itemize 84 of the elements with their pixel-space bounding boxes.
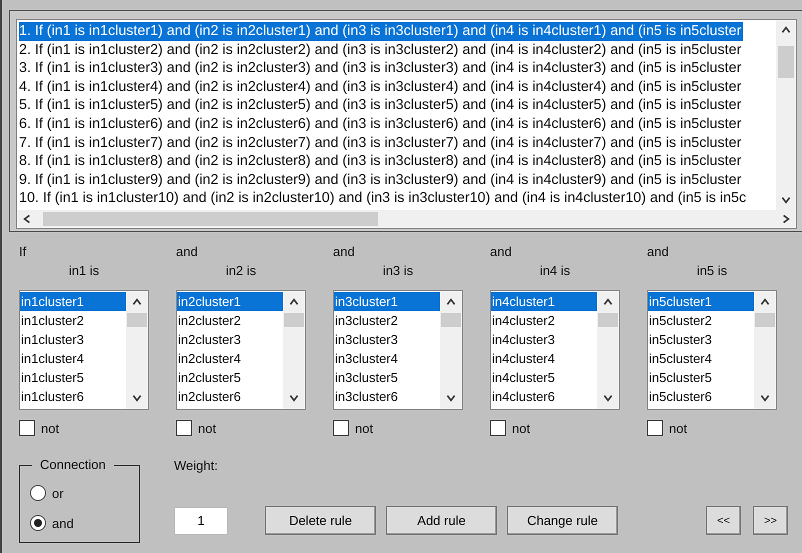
scroll-thumb[interactable] bbox=[755, 313, 775, 327]
list-item[interactable]: in2cluster2 bbox=[177, 311, 283, 330]
list-item[interactable]: in3cluster6 bbox=[334, 387, 440, 406]
radio-label: or bbox=[52, 486, 64, 500]
variable-label: in5 is bbox=[696, 262, 728, 280]
weight-field[interactable]: 1 bbox=[174, 506, 228, 534]
list-item[interactable]: in2cluster5 bbox=[177, 368, 283, 387]
not-checkbox[interactable] bbox=[490, 420, 506, 436]
rule-button[interactable]: Change rule bbox=[507, 506, 618, 535]
not-checkbox[interactable] bbox=[333, 420, 349, 436]
membership-list[interactable]: in4cluster1 in4cluster2 in4cluster3 in4cluster4 in4cluster5 in4cluster6 bbox=[490, 290, 620, 410]
list-item[interactable]: in3cluster3 bbox=[334, 330, 440, 349]
list-item[interactable]: in5cluster2 bbox=[648, 311, 754, 330]
list-item[interactable]: in2cluster4 bbox=[177, 349, 283, 368]
list-item[interactable]: in4cluster4 bbox=[491, 349, 597, 368]
membership-list[interactable]: in1cluster1 in1cluster2 in1cluster3 in1cluster4 in1cluster5 in1cluster6 bbox=[19, 290, 149, 410]
list-item[interactable]: in1cluster6 bbox=[20, 387, 126, 406]
list-item[interactable]: in4cluster5 bbox=[491, 368, 597, 387]
nav-button[interactable]: >> bbox=[753, 506, 788, 535]
list-item[interactable]: in1cluster4 bbox=[20, 349, 126, 368]
list-item[interactable]: in1cluster5 bbox=[20, 368, 126, 387]
variable-label: in3 is bbox=[382, 262, 414, 280]
checkbox-label: not bbox=[669, 420, 688, 436]
rule-item[interactable]: 3. If (in1 is in1cluster3) and (in2 is in2cluster3) and (in3 is in3cluster3) and (in4 is in4cluster3) and (in5 is in5cluster bbox=[19, 59, 744, 78]
not-checkbox[interactable] bbox=[19, 420, 35, 436]
variable-label: in4 is bbox=[540, 262, 570, 280]
list-item[interactable]: in1cluster1 bbox=[20, 292, 126, 311]
list-item[interactable]: in5cluster1 bbox=[648, 292, 754, 311]
weight-label: Weight: bbox=[174, 457, 218, 475]
rule-item[interactable]: 10. If (in1 is in1cluster10) and (in2 is in2cluster10) and (in3 is in3cluster10) and (in4 is in4cluster10) and (in5 is in5c bbox=[19, 189, 748, 208]
list-item[interactable]: in3cluster5 bbox=[334, 368, 440, 387]
not-checkbox[interactable] bbox=[647, 420, 663, 436]
connector-label: If bbox=[19, 243, 28, 261]
scroll-thumb[interactable] bbox=[598, 313, 618, 327]
rule-item[interactable]: 8. If (in1 is in1cluster8) and (in2 is in2cluster8) and (in3 is in3cluster8) and (in4 is in4cluster8) and (in5 is in5cluster bbox=[19, 152, 744, 171]
variable-label: in2 is bbox=[226, 262, 256, 280]
rule-button[interactable]: Delete rule bbox=[265, 506, 376, 535]
checkbox-label: not bbox=[198, 420, 216, 436]
connector-label: and bbox=[333, 243, 356, 261]
scroll-thumb[interactable] bbox=[284, 313, 304, 327]
radio-button[interactable] bbox=[30, 515, 46, 531]
radio-label: and bbox=[52, 516, 74, 530]
rule-item[interactable]: 5. If (in1 is in1cluster5) and (in2 is in2cluster5) and (in3 is in3cluster5) and (in4 is in4cluster5) and (in5 is in5cluster bbox=[19, 96, 744, 115]
checkbox-label: not bbox=[355, 420, 374, 436]
rule-item[interactable]: 7. If (in1 is in1cluster7) and (in2 is in2cluster7) and (in3 is in3cluster7) and (in4 is in4cluster7) and (in5 is in5cluster bbox=[19, 134, 744, 152]
scroll-thumb[interactable] bbox=[43, 212, 378, 226]
list-item[interactable]: in3cluster2 bbox=[334, 311, 440, 330]
list-item[interactable]: in4cluster2 bbox=[491, 311, 597, 330]
list-item[interactable]: in1cluster3 bbox=[20, 330, 126, 349]
list-item[interactable]: in5cluster6 bbox=[648, 387, 754, 406]
rule-button[interactable]: Add rule bbox=[386, 506, 497, 535]
connector-label: and bbox=[176, 243, 199, 261]
radio-button[interactable] bbox=[30, 485, 46, 501]
list-item[interactable]: in4cluster1 bbox=[491, 292, 597, 311]
rule-item[interactable]: 2. If (in1 is in1cluster2) and (in2 is in2cluster2) and (in3 is in3cluster2) and (in4 is in4cluster2) and (in5 is in5cluster bbox=[19, 40, 744, 60]
membership-list[interactable]: in2cluster1 in2cluster2 in2cluster3 in2cluster4 in2cluster5 in2cluster6 bbox=[176, 290, 306, 410]
list-item[interactable]: in5cluster5 bbox=[648, 368, 754, 387]
list-item[interactable]: in4cluster3 bbox=[491, 330, 597, 349]
membership-list[interactable]: in5cluster1 in5cluster2 in5cluster3 in5cluster4 in5cluster5 in5cluster6 bbox=[647, 290, 777, 410]
rule-item[interactable]: 4. If (in1 is in1cluster4) and (in2 is in2cluster4) and (in3 is in3cluster4) and (in4 is in4cluster4) and (in5 is in5cluster bbox=[19, 78, 744, 96]
list-item[interactable]: in2cluster3 bbox=[177, 330, 283, 349]
list-item[interactable]: in2cluster1 bbox=[177, 292, 283, 311]
list-item[interactable]: in1cluster2 bbox=[20, 311, 126, 330]
checkbox-label: not bbox=[41, 420, 60, 436]
variable-label: in1 is bbox=[68, 262, 100, 280]
scroll-thumb[interactable] bbox=[441, 313, 461, 327]
scroll-thumb[interactable] bbox=[127, 313, 147, 327]
checkbox-label: not bbox=[512, 420, 530, 436]
group-title: Connection bbox=[32, 457, 114, 472]
list-item[interactable]: in5cluster3 bbox=[648, 330, 754, 349]
list-item[interactable]: in5cluster4 bbox=[648, 349, 754, 368]
connector-label: and bbox=[647, 243, 670, 261]
list-item[interactable]: in2cluster6 bbox=[177, 387, 283, 406]
connector-label: and bbox=[490, 243, 513, 261]
scroll-thumb[interactable] bbox=[778, 46, 794, 78]
rule-item[interactable]: 1. If (in1 is in1cluster1) and (in2 is in2cluster1) and (in3 is in3cluster1) and (in4 is in4cluster1) and (in5 is in5cluster bbox=[19, 22, 744, 41]
nav-button[interactable]: << bbox=[706, 506, 741, 535]
rule-item[interactable]: 9. If (in1 is in1cluster9) and (in2 is in2cluster9) and (in3 is in3cluster9) and (in4 is in4cluster9) and (in5 is in5cluster bbox=[19, 170, 744, 190]
list-item[interactable]: in4cluster6 bbox=[491, 387, 597, 406]
membership-list[interactable]: in3cluster1 in3cluster2 in3cluster3 in3cluster4 in3cluster5 in3cluster6 bbox=[333, 290, 463, 410]
list-item[interactable]: in3cluster4 bbox=[334, 349, 440, 368]
not-checkbox[interactable] bbox=[176, 420, 192, 436]
rule-item[interactable]: 6. If (in1 is in1cluster6) and (in2 is in2cluster6) and (in3 is in3cluster6) and (in4 is in4cluster6) and (in5 is in5cluster bbox=[19, 114, 744, 134]
list-item[interactable]: in3cluster1 bbox=[334, 292, 440, 311]
